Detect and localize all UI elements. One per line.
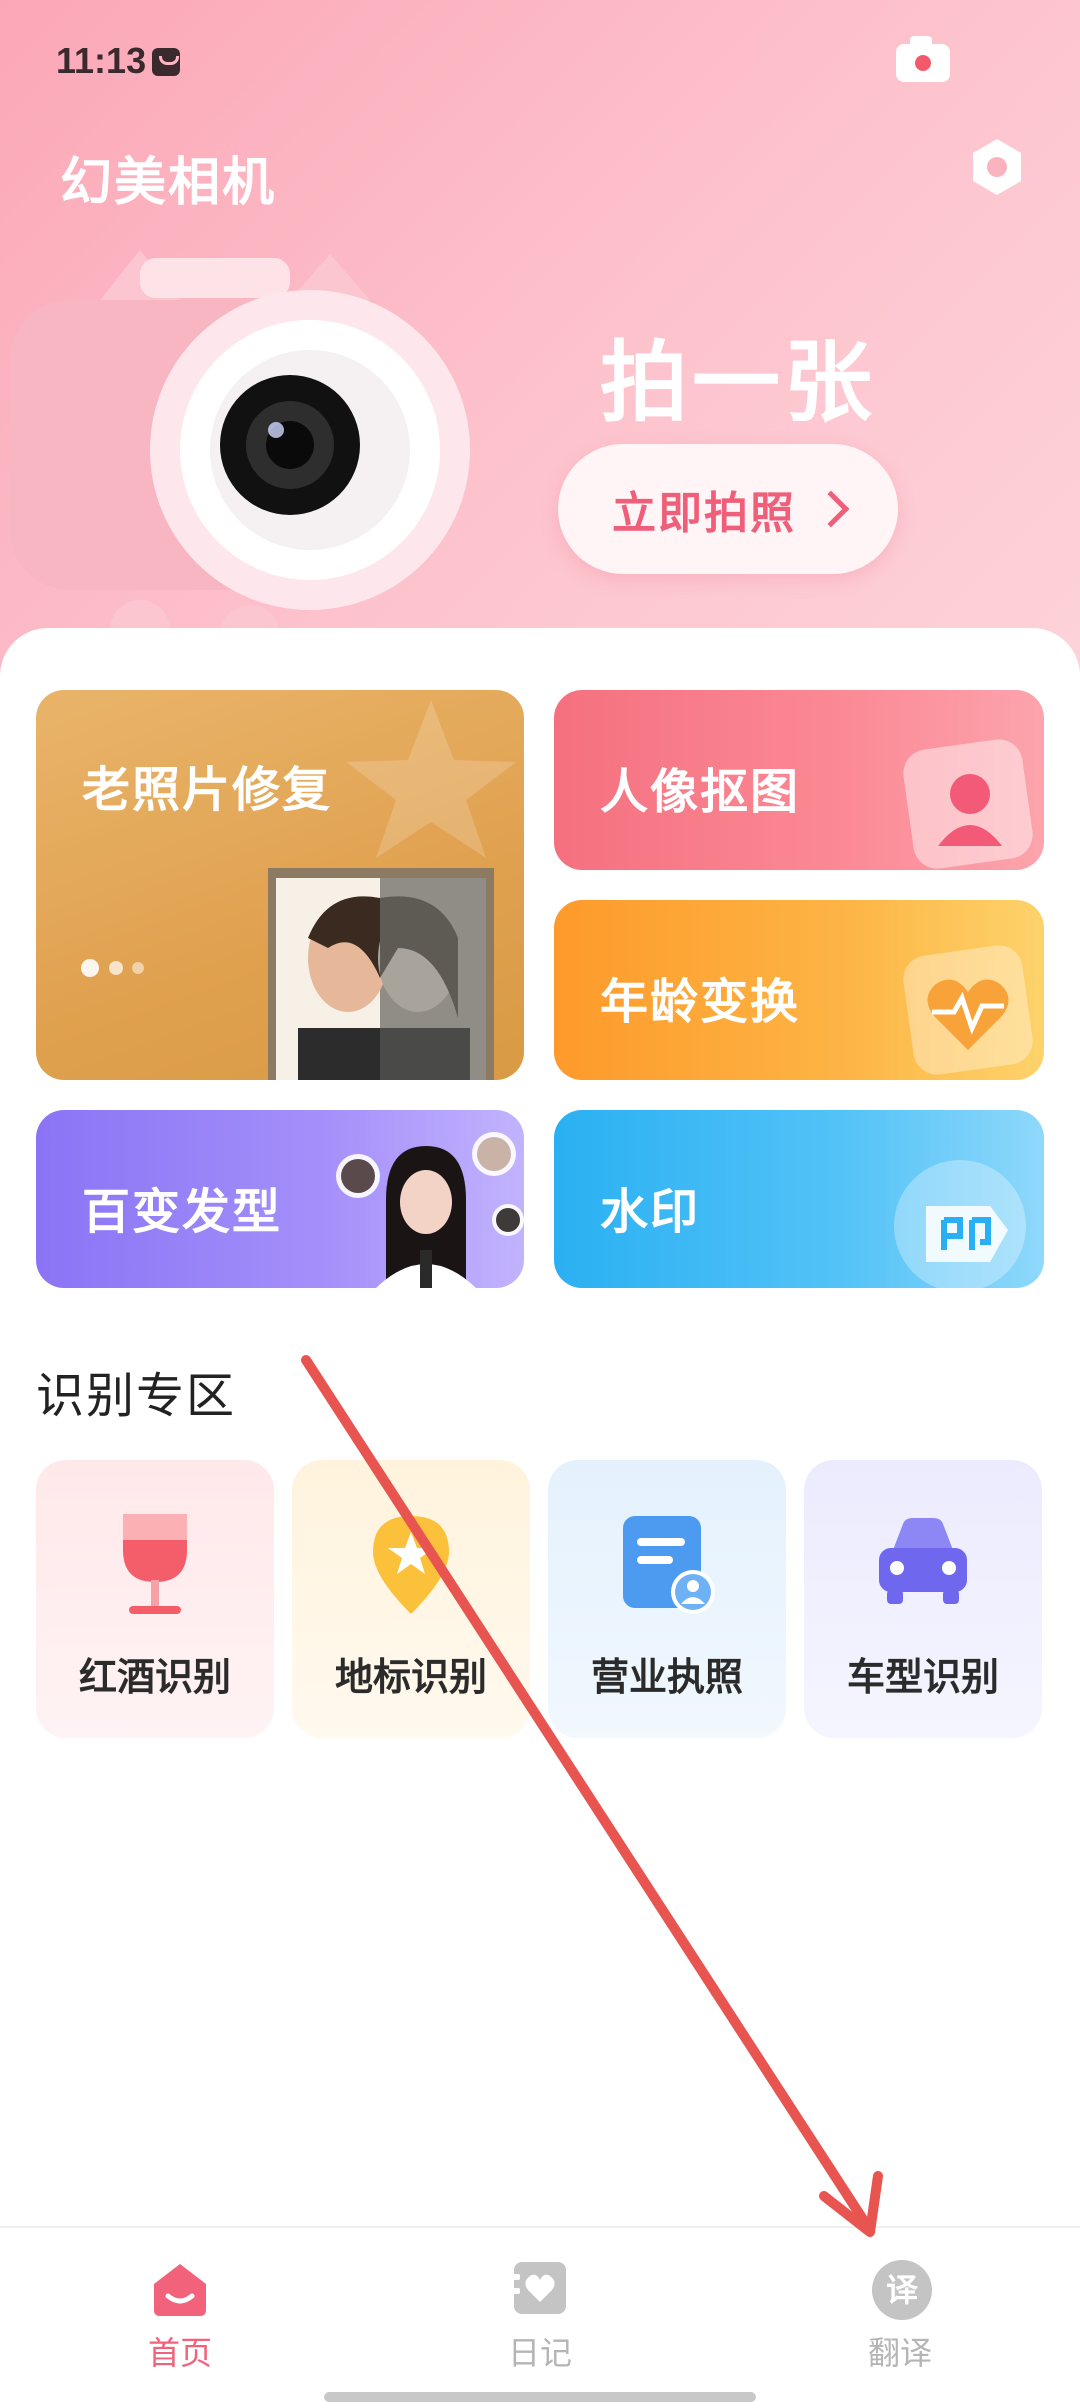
card-label: 老照片修复	[82, 762, 333, 818]
bottom-nav: 首页 日记 译 翻译	[0, 2226, 1080, 2408]
heart-pulse-icon	[903, 945, 1033, 1075]
app-title: 幻美相机	[60, 153, 277, 213]
nav-diary[interactable]: 日记	[440, 2228, 640, 2378]
hero-banner: 11:13 幻美相机 拍一张 立即拍照	[0, 0, 1080, 700]
hairstyle-model-image	[336, 1132, 524, 1288]
recognition-section-title: 识别专区	[36, 1368, 237, 1424]
car-icon	[879, 1518, 967, 1604]
star-decoration-icon	[346, 700, 516, 858]
status-time: 11:13	[56, 40, 147, 81]
card-label: 人像抠图	[600, 764, 801, 820]
recog-car[interactable]: 车型识别	[804, 1460, 1042, 1738]
status-bar: 11:13	[0, 0, 1080, 120]
landmark-pin-icon	[373, 1516, 449, 1614]
license-card-icon	[623, 1516, 715, 1614]
card-old-photo-restore[interactable]: 老照片修复	[36, 690, 524, 1080]
nav-label: 日记	[507, 2334, 572, 2372]
nav-label: 翻译	[867, 2334, 932, 2372]
home-indicator	[324, 2392, 756, 2402]
home-icon	[154, 2264, 206, 2316]
hero-title: 拍一张	[600, 331, 877, 434]
translate-glyph: 译	[886, 2271, 919, 2309]
card-age-transform[interactable]: 年龄变换	[554, 900, 1044, 1080]
seal-print-icon	[894, 1160, 1026, 1288]
old-photo-image	[268, 868, 494, 1080]
recog-label: 车型识别	[846, 1655, 999, 1699]
shopping-bag-icon	[152, 48, 180, 76]
settings-hexagon-icon[interactable]	[966, 136, 1028, 198]
portrait-person-icon	[903, 739, 1033, 869]
card-label: 百变发型	[82, 1184, 283, 1240]
card-hairstyle[interactable]: 百变发型	[36, 1110, 524, 1288]
recog-label: 营业执照	[590, 1655, 743, 1699]
card-label: 年龄变换	[600, 974, 801, 1030]
take-photo-button[interactable]: 立即拍照	[558, 444, 898, 574]
nav-home[interactable]: 首页	[80, 2228, 280, 2378]
recog-landmark[interactable]: 地标识别	[292, 1460, 530, 1738]
recog-license[interactable]: 营业执照	[548, 1460, 786, 1738]
recog-label: 地标识别	[334, 1655, 487, 1699]
card-watermark[interactable]: 水印	[554, 1110, 1044, 1288]
card-label: 水印	[600, 1184, 701, 1240]
recog-label: 红酒识别	[78, 1655, 231, 1699]
card-portrait-cutout[interactable]: 人像抠图	[554, 690, 1044, 870]
chevron-right-icon	[812, 490, 850, 528]
camera-status-icon	[896, 36, 950, 82]
take-photo-label: 立即拍照	[612, 488, 796, 539]
translate-icon: 译	[872, 2260, 932, 2320]
diary-icon	[512, 2262, 566, 2314]
nav-label: 首页	[147, 2334, 212, 2372]
heart-dots-icon	[81, 959, 144, 977]
recog-wine[interactable]: 红酒识别	[36, 1460, 274, 1738]
nav-translate[interactable]: 译 翻译	[800, 2228, 1000, 2378]
camera-illustration	[10, 250, 470, 660]
wine-glass-icon	[123, 1514, 187, 1614]
